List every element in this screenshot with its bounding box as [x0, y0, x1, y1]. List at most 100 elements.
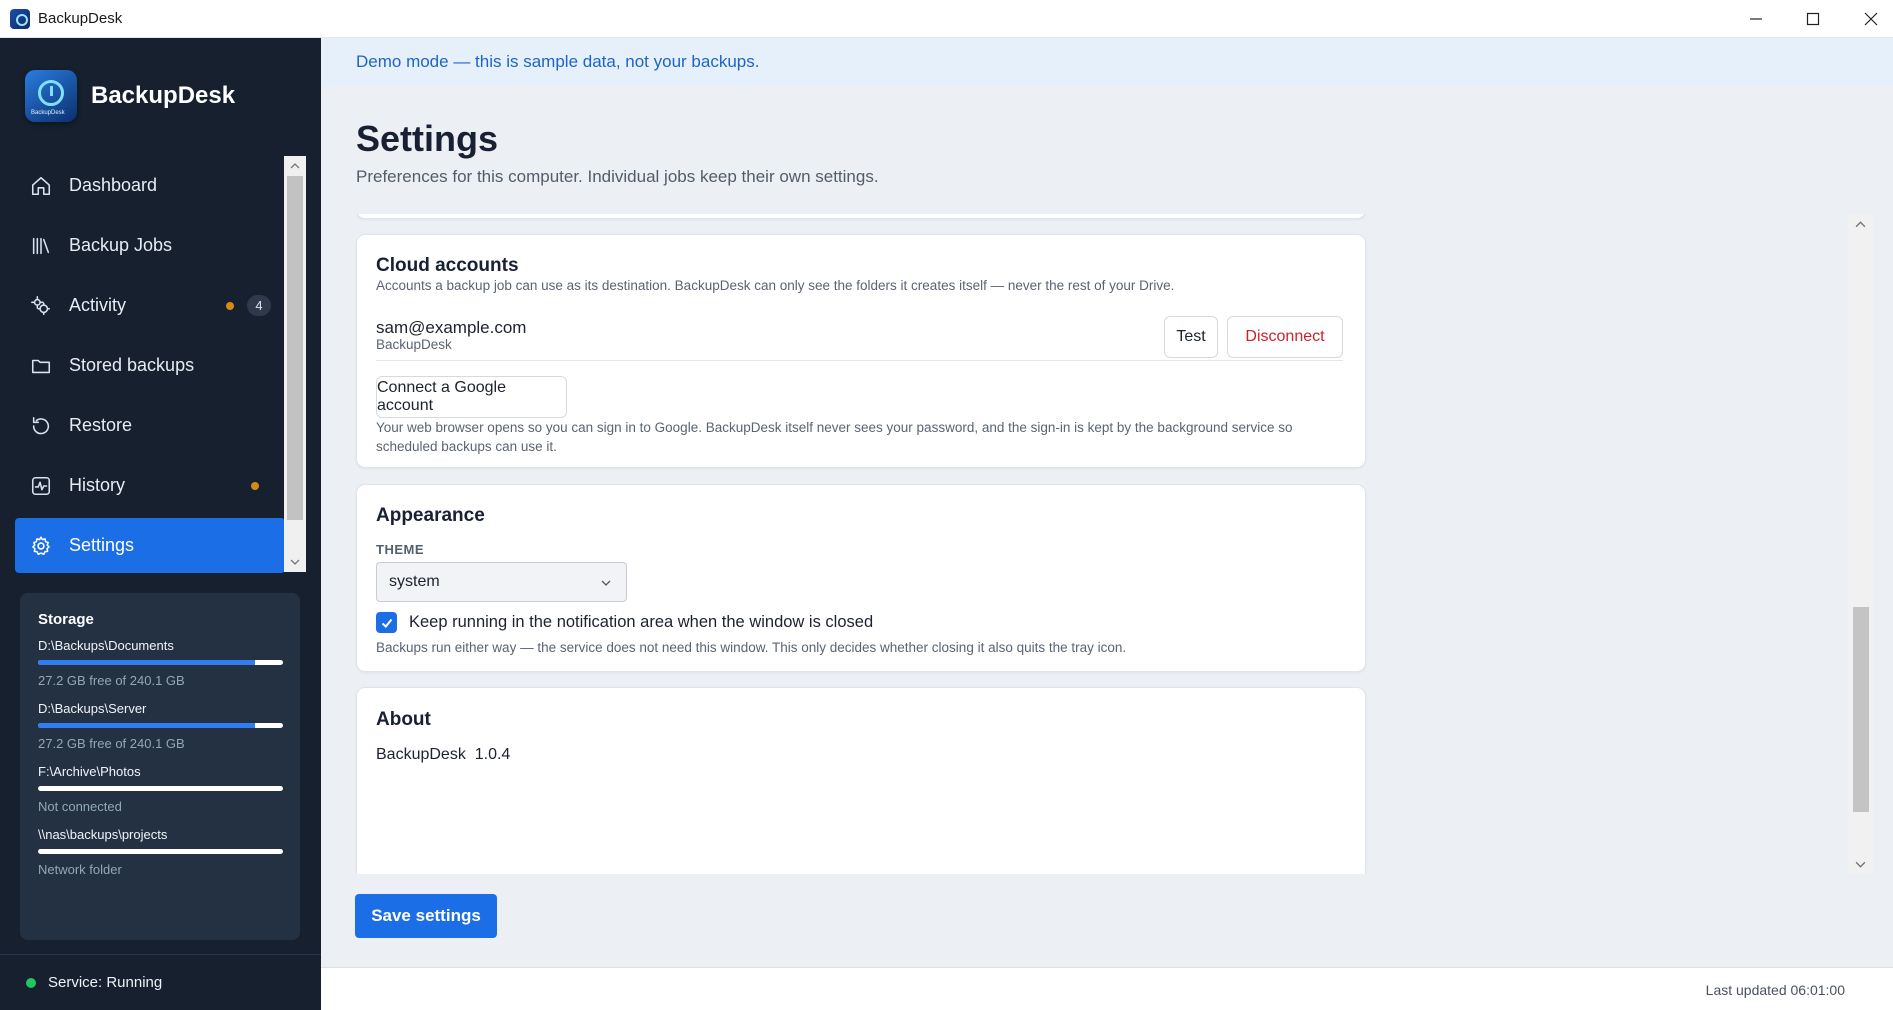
sidebar-item-activity[interactable]: Activity 4: [15, 278, 285, 333]
brand: BackupDesk BackupDesk: [25, 70, 235, 122]
volume-path: F:\Archive\Photos: [38, 764, 141, 779]
sidebar-scrollbar[interactable]: [284, 156, 306, 572]
last-updated: Last updated 06:01:00: [1705, 982, 1845, 998]
volume-info: Not connected: [38, 799, 122, 814]
chevron-down-icon: [290, 559, 300, 565]
settings-scroll-thumb[interactable]: [1853, 607, 1869, 812]
tray-checkbox[interactable]: [376, 612, 397, 633]
cloud-connect-note: Your web browser opens so you can sign i…: [376, 420, 1293, 454]
volume-usage-bar: [38, 660, 283, 665]
settings-scroll-area[interactable]: Cloud accounts Accounts a backup job can…: [321, 214, 1861, 874]
storage-title: Storage: [38, 611, 94, 628]
brand-logo: BackupDesk: [25, 70, 77, 122]
scroll-down-arrow[interactable]: [284, 553, 306, 571]
sidebar-item-label: Dashboard: [69, 175, 158, 195]
chevron-down-icon: [1855, 861, 1866, 868]
sidebar-item-label: Settings: [69, 535, 135, 555]
sidebar-item-stored-backups[interactable]: Stored backups: [15, 338, 285, 393]
test-account-button[interactable]: Test: [1164, 316, 1218, 358]
minimize-button[interactable]: [1727, 0, 1785, 38]
volume-info: 27.2 GB free of 240.1 GB: [38, 673, 185, 688]
window-title: BackupDesk: [38, 10, 123, 27]
sidebar-item-label: Restore: [69, 415, 133, 435]
app-icon: [10, 8, 30, 29]
storage-panel: Storage D:\Backups\Documents 27.2 GB fre…: [20, 593, 300, 940]
about-version-row: BackupDesk 1.0.4: [376, 746, 510, 764]
sidebar-item-backup-jobs[interactable]: Backup Jobs: [15, 218, 285, 273]
sidebar-item-history[interactable]: History: [15, 458, 285, 513]
cloud-accounts-description: Accounts a backup job can use as its des…: [376, 278, 1175, 293]
settings-scrollbar[interactable]: [1848, 214, 1873, 874]
close-button[interactable]: [1842, 0, 1893, 38]
sidebar-item-settings[interactable]: Settings: [15, 518, 285, 573]
checkmark-icon: [381, 618, 392, 628]
activity-indicator-dot: [226, 302, 234, 310]
cloud-accounts-card: Cloud accounts Accounts a backup job can…: [356, 234, 1366, 468]
page-subtitle: Preferences for this computer. Individua…: [356, 167, 879, 186]
storage-volume: D:\Backups\Documents 27.2 GB free of 240…: [38, 638, 283, 688]
tray-note: Backups run either way — the service doe…: [376, 640, 1127, 655]
history-indicator-dot: [251, 482, 259, 490]
maximize-button[interactable]: [1784, 0, 1842, 38]
account-email: sam@example.com: [376, 318, 527, 337]
volume-info: Network folder: [38, 862, 122, 877]
storage-volume: \\nas\backups\projects Network folder: [38, 827, 283, 877]
scroll-up-arrow[interactable]: [284, 157, 306, 175]
service-status-dot: [26, 977, 36, 988]
volume-path: \\nas\backups\projects: [38, 827, 168, 842]
sidebar-item-dashboard[interactable]: Dashboard: [15, 158, 285, 213]
restore-icon: [29, 414, 53, 438]
main-content: Demo mode — this is sample data, not you…: [321, 38, 1893, 1010]
about-title: About: [376, 709, 431, 730]
account-divider: [376, 360, 1343, 361]
theme-label: THEME: [376, 542, 424, 557]
gear-icon: [29, 534, 53, 558]
theme-select-value: system: [389, 573, 440, 590]
volume-usage-bar: [38, 786, 283, 791]
appearance-title: Appearance: [376, 505, 485, 526]
sidebar-item-label: Activity: [69, 295, 127, 315]
maximize-icon: [1806, 12, 1820, 26]
sidebar-item-label: Backup Jobs: [69, 235, 173, 255]
sidebar-item-restore[interactable]: Restore: [15, 398, 285, 453]
pulse-icon: [29, 474, 53, 498]
home-icon: [29, 174, 53, 198]
chevron-up-icon: [1855, 220, 1866, 227]
sidebar: BackupDesk BackupDesk Dashboard Backup J…: [0, 38, 321, 1010]
sidebar-item-label: History: [69, 475, 126, 495]
about-version: 1.0.4: [474, 746, 511, 763]
cloud-accounts-title: Cloud accounts: [376, 255, 519, 276]
theme-select[interactable]: system: [376, 562, 627, 602]
scroll-up-arrow[interactable]: [1848, 214, 1873, 234]
demo-mode-banner: Demo mode — this is sample data, not you…: [321, 38, 1893, 86]
chevron-up-icon: [290, 163, 300, 169]
service-status-label: Service: Running: [48, 974, 163, 991]
about-app-name: BackupDesk: [376, 746, 466, 763]
scroll-down-arrow[interactable]: [1848, 854, 1873, 874]
account-folder: BackupDesk: [376, 337, 452, 352]
title-bar: BackupDesk: [0, 0, 1893, 38]
previous-card-edge: [356, 214, 1366, 219]
volume-path: D:\Backups\Documents: [38, 638, 174, 653]
volume-usage-bar: [38, 723, 283, 728]
brand-name: BackupDesk: [91, 82, 236, 109]
service-status: Service: Running: [0, 954, 321, 1010]
chevron-down-icon: [601, 580, 611, 586]
volume-path: D:\Backups\Server: [38, 701, 147, 716]
connect-google-account-button[interactable]: Connect a Google account: [376, 376, 567, 418]
appearance-card: Appearance THEME system Keep running in …: [356, 484, 1366, 672]
volume-info: 27.2 GB free of 240.1 GB: [38, 736, 185, 751]
tray-checkbox-label[interactable]: Keep running in the notification area wh…: [409, 613, 873, 632]
disconnect-account-button[interactable]: Disconnect: [1227, 316, 1343, 358]
storage-volume: D:\Backups\Server 27.2 GB free of 240.1 …: [38, 701, 283, 751]
folder-icon: [29, 354, 53, 378]
save-settings-button[interactable]: Save settings: [355, 894, 497, 938]
library-icon: [29, 234, 53, 258]
close-icon: [1864, 12, 1878, 26]
activity-count-badge: 4: [247, 295, 271, 316]
sidebar-item-label: Stored backups: [69, 355, 195, 375]
cogs-icon: [29, 294, 53, 318]
sidebar-scroll-thumb[interactable]: [287, 176, 303, 520]
about-card: About BackupDesk 1.0.4: [356, 687, 1366, 874]
storage-volume: F:\Archive\Photos Not connected: [38, 764, 283, 814]
